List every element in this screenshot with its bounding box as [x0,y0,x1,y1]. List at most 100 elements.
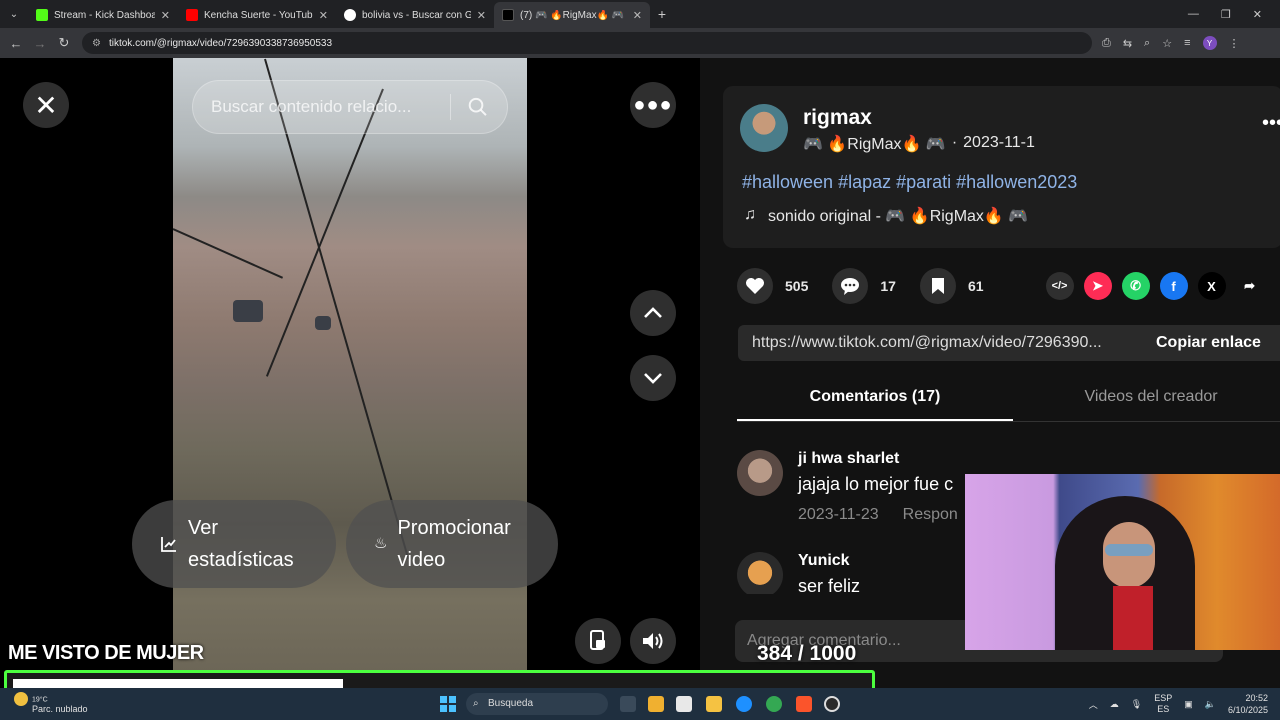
view-stats-button[interactable]: Ver estadísticas [132,500,336,588]
reload-icon[interactable]: ↻ [52,35,76,51]
comment-action[interactable]: 17 [832,268,896,304]
facebook-icon[interactable]: f [1159,272,1188,300]
taskbar-search[interactable]: ⌕ Busqueda [466,693,608,715]
floating-player-icon [590,630,605,650]
wifi-icon[interactable]: ▣ [1184,699,1193,710]
browser-tab-tiktok[interactable]: (7) 🎮 🔥RigMax🔥 🎮 (@ri ✕ [494,2,650,28]
commenter-avatar[interactable] [737,450,783,496]
whatsapp-icon[interactable]: ✆ [1121,272,1150,300]
obs-icon[interactable] [824,696,840,712]
comment-text: jajaja lo mejor fue c [798,474,954,494]
send-icon[interactable]: ➤ [1083,272,1112,300]
video-player[interactable] [173,58,527,688]
url-text: tiktok.com/@rigmax/video/729639033873695… [108,37,333,49]
commenter-name[interactable]: ji hwa sharlet [798,450,899,468]
close-icon[interactable]: ✕ [633,9,642,22]
language-indicator[interactable]: ESP ES [1154,693,1172,715]
url-input[interactable]: ⚙ tiktok.com/@rigmax/video/7296390338736… [82,32,1092,54]
weather-temp: 19°C [32,696,48,704]
comment-date: 2023-11-23 [798,506,879,523]
sound-link[interactable]: ♫ sonido original - 🎮 🔥RigMax🔥 🎮 [744,206,1028,226]
comment-meta: 2023-11-23 Respon [798,506,958,524]
menu-icon[interactable]: ⋮ [1229,37,1240,50]
close-icon[interactable]: ✕ [319,9,328,22]
promote-video-button[interactable]: ♨ Promocionar video [346,500,558,588]
close-window-icon[interactable]: ✕ [1253,8,1262,21]
restore-icon[interactable]: ❐ [1221,8,1231,21]
promote-label: Promocionar video [397,517,511,571]
commenter-name[interactable]: Yunick [798,552,850,570]
google-icon [344,9,356,21]
install-icon[interactable]: ⎙ [1102,37,1111,50]
post-more-icon[interactable]: ••• [1262,112,1280,135]
video-area: ✕ Buscar contenido relacio... ●●● Ver es… [0,58,700,688]
pip-button[interactable] [575,618,621,664]
browser-tab-kick[interactable]: Stream - Kick Dashboard ✕ [28,2,178,28]
weather-widget[interactable]: 19°C Parc. nublado [14,692,88,714]
screen: ⌄ Stream - Kick Dashboard ✕ Kencha Suert… [0,0,1280,720]
related-search-bar[interactable]: Buscar contenido relacio... [192,80,508,134]
gondola [315,316,331,330]
previous-video-button[interactable] [630,290,676,336]
edge-icon[interactable] [736,696,752,712]
media-icon[interactable]: ≡ [1184,37,1190,49]
reply-button[interactable]: Respon [903,506,958,524]
commenter-avatar[interactable] [737,552,783,594]
translate-icon[interactable]: ⇆ [1123,37,1132,50]
back-icon[interactable]: ← [4,36,28,51]
post-info-card: rigmax 🎮 🔥RigMax🔥 🎮 · 2023-11-1 ••• #hal… [723,86,1280,248]
site-info-icon[interactable]: ⚙ [92,38,101,49]
tray-chevron-icon[interactable]: ︿ [1089,698,1098,711]
browser-tab-bar: ⌄ Stream - Kick Dashboard ✕ Kencha Suert… [0,0,1280,28]
search-icon: ⌕ [473,698,479,709]
browser-tab-google[interactable]: bolivia vs - Buscar con Google ✕ [336,2,494,28]
more-options-button[interactable]: ●●● [630,82,676,128]
widgets-icon[interactable] [648,696,664,712]
save-count: 61 [967,278,984,294]
save-action[interactable]: 61 [919,268,984,304]
tab-comments[interactable]: Comentarios (17) [737,380,1013,421]
profile-avatar[interactable]: Y [1202,36,1217,50]
network-icon[interactable]: ☁ [1110,699,1119,710]
speaker-icon[interactable]: 🔈 [1205,699,1216,710]
close-video-button[interactable]: ✕ [23,82,69,128]
system-tray: ︿ ☁ 🎙 ESP ES ▣ 🔈 20:52 6/10/2025 [1089,688,1280,720]
zoom-icon[interactable]: ⌕ [1144,37,1150,50]
chrome-icon[interactable] [766,696,782,712]
file-icon[interactable] [676,696,692,712]
browser-tab-youtube[interactable]: Kencha Suerte - YouTube ✕ [178,2,336,28]
new-tab-button[interactable]: + [650,6,674,22]
x-icon[interactable]: X [1197,272,1226,300]
minimize-icon[interactable]: — [1188,8,1199,21]
clock[interactable]: 20:52 6/10/2025 [1228,692,1268,716]
embed-icon[interactable]: </> [1045,272,1074,300]
streamer-shirt [1113,586,1153,650]
author-username[interactable]: rigmax [803,106,872,130]
tab-creator-videos[interactable]: Videos del creador [1013,380,1280,421]
like-action[interactable]: 505 [737,268,808,304]
volume-button[interactable] [630,618,676,664]
video-link[interactable]: https://www.tiktok.com/@rigmax/video/729… [738,334,1138,352]
brave-icon[interactable] [796,696,812,712]
forward-icon[interactable]: → [28,36,52,51]
search-icon[interactable] [467,96,489,118]
microphone-icon[interactable]: 🎙 [1131,699,1142,710]
close-icon[interactable]: ✕ [161,9,170,22]
author-avatar[interactable] [740,104,788,152]
post-date: 2023-11-1 [963,134,1035,151]
share-arrow-icon[interactable]: ➦ [1236,272,1264,300]
next-video-button[interactable] [630,355,676,401]
bookmark-star-icon[interactable]: ☆ [1162,37,1172,50]
post-hashtags[interactable]: #halloween #lapaz #parati #hallowen2023 [742,172,1077,193]
taskbar-search-label: Busqueda [488,698,534,709]
youtube-icon [186,9,198,21]
close-icon[interactable]: ✕ [477,9,486,22]
copy-link-button[interactable]: Copiar enlace [1138,334,1261,352]
tab-search-chevron-icon[interactable]: ⌄ [0,0,28,28]
task-view-icon[interactable] [620,696,636,712]
author-nickname: 🎮 🔥RigMax🔥 🎮 [803,136,946,153]
windows-start-icon[interactable] [440,696,456,712]
address-bar-row: ← → ↻ ⚙ tiktok.com/@rigmax/video/7296390… [0,28,1280,58]
file-explorer-icon[interactable] [706,696,722,712]
stream-title-overlay: ME VISTO DE MUJER [8,642,204,664]
